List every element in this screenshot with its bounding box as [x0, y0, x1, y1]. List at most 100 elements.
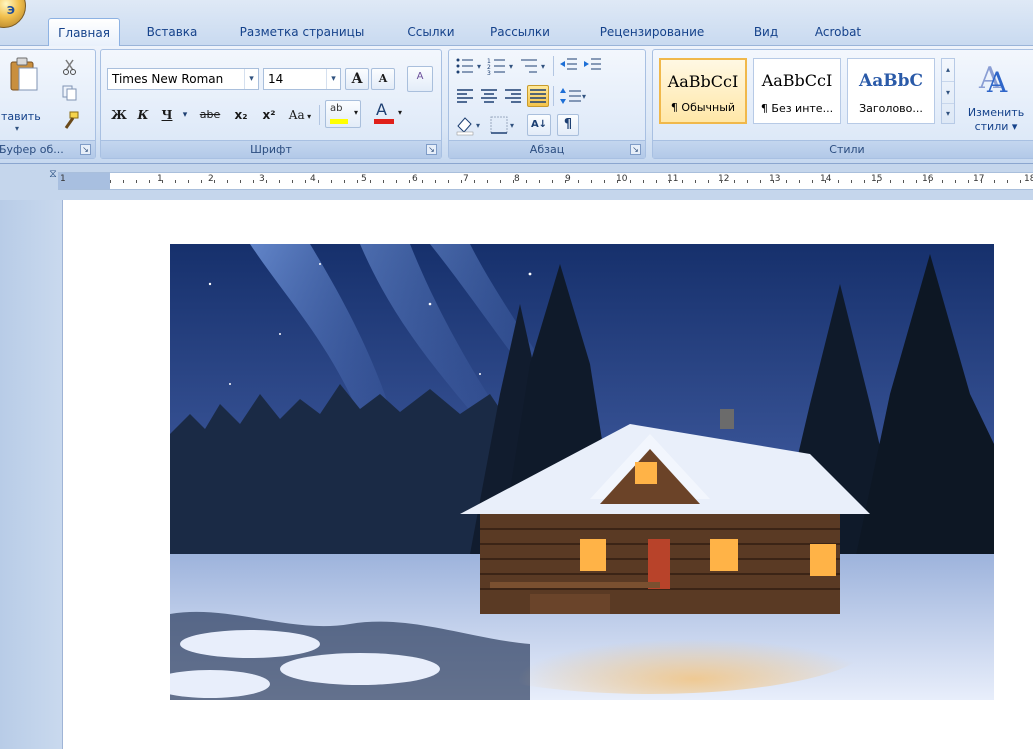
decrease-indent-icon[interactable] — [559, 56, 579, 76]
ruler-tick — [357, 180, 358, 183]
font-launcher-icon[interactable]: ↘ — [426, 144, 437, 155]
ruler-tick — [851, 180, 852, 183]
svg-text:A: A — [986, 66, 1008, 98]
ruler-tick — [422, 180, 423, 183]
ruler-tick — [253, 180, 254, 183]
line-spacing-icon[interactable]: ▾ — [559, 86, 589, 106]
italic-button[interactable]: К — [133, 104, 153, 126]
font-size-dropdown-icon[interactable]: ▾ — [326, 69, 340, 89]
tab-insert[interactable]: Вставка — [138, 18, 206, 46]
tab-review[interactable]: Рецензирование — [580, 18, 724, 46]
ruler-tick — [331, 180, 332, 183]
indent-marker-icon[interactable]: ⧖ — [47, 168, 59, 192]
multilevel-list-icon[interactable]: ▾ — [519, 56, 549, 76]
styles-more-icon[interactable]: ▾ — [942, 103, 954, 123]
tab-acrobat[interactable]: Acrobat — [808, 18, 868, 46]
font-color-button[interactable]: A ▾ — [369, 100, 405, 128]
ruler-tick — [383, 180, 384, 183]
style-normal[interactable]: AaBbCcI ¶ Обычный — [659, 58, 747, 124]
underline-dropdown-icon[interactable]: ▾ — [179, 104, 191, 126]
ruler-number: 12 — [718, 174, 730, 184]
ruler-tick — [916, 180, 917, 183]
style-no-spacing[interactable]: AaBbCcI ¶ Без инте... — [753, 58, 841, 124]
ruler-tick — [487, 180, 488, 183]
tab-references[interactable]: Ссылки — [400, 18, 462, 46]
inserted-picture[interactable] — [170, 244, 994, 700]
styles-scroll-up-icon[interactable]: ▴ — [942, 59, 954, 81]
change-styles-button[interactable]: A A Изменить стили ▾ — [959, 54, 1033, 140]
document-page[interactable] — [62, 200, 1033, 749]
svg-text:▾: ▾ — [476, 121, 480, 130]
shading-icon[interactable]: ▾ — [455, 114, 485, 136]
ruler-tick — [552, 180, 553, 183]
bullets-icon[interactable]: ▾ — [455, 56, 485, 76]
font-color-bar — [374, 119, 394, 124]
sort-button[interactable]: А↓ — [527, 114, 551, 136]
ruler-tick — [591, 180, 592, 183]
sort-icon: А↓ — [530, 119, 548, 130]
underline-button[interactable]: Ч — [157, 104, 177, 126]
ruler-number: 13 — [769, 174, 781, 184]
numbering-icon[interactable]: 1 2 3 ▾ — [487, 56, 517, 76]
ruler-tick — [825, 180, 826, 183]
font-size-select[interactable]: 14 ▾ — [263, 68, 341, 90]
paste-button[interactable]: тавить ▾ — [1, 54, 41, 134]
paragraph-group: ▾ 1 2 3 ▾ ▾ ▾ ▾ ▾ А↓ ¶ Абзац ↘ — [448, 49, 646, 159]
ruler-tick — [578, 180, 579, 183]
format-painter-icon[interactable] — [61, 110, 81, 130]
font-name-dropdown-icon[interactable]: ▾ — [244, 69, 258, 89]
office-button[interactable]: Э — [0, 0, 26, 28]
ruler-number: 17 — [973, 174, 985, 184]
change-case-button[interactable]: Aa ▾ — [285, 104, 315, 126]
strikethrough-button[interactable]: abe — [195, 104, 225, 126]
paragraph-separator-2 — [553, 86, 554, 106]
font-separator — [319, 105, 320, 125]
tab-home[interactable]: Главная — [48, 18, 120, 47]
shrink-font-button[interactable]: A — [371, 68, 395, 90]
font-name-select[interactable]: Times New Roman ▾ — [107, 68, 259, 90]
style-heading1[interactable]: AaBbC Заголово... — [847, 58, 935, 124]
ruler-tick — [799, 180, 800, 183]
ruler-tick — [786, 180, 787, 183]
tab-mailings[interactable]: Рассылки — [478, 18, 562, 46]
styles-scroll-down-icon[interactable]: ▾ — [942, 81, 954, 103]
superscript-button[interactable]: x² — [257, 104, 281, 126]
grow-font-icon: A — [351, 71, 363, 87]
tab-page-layout[interactable]: Разметка страницы — [228, 18, 376, 46]
ruler-tick — [734, 180, 735, 183]
align-center-icon[interactable] — [479, 86, 499, 106]
clear-formatting-icon: A — [416, 71, 424, 82]
justify-icon — [530, 89, 546, 103]
bold-button[interactable]: Ж — [109, 104, 129, 126]
ruler-tick — [318, 180, 319, 183]
increase-indent-icon[interactable] — [583, 56, 603, 76]
highlight-color-bar — [330, 119, 348, 124]
align-right-icon[interactable] — [503, 86, 523, 106]
horizontal-ruler[interactable]: 1 1 2 3 4 5 6 7 8 9 10 11 12 13 14 15 16 17 18 ⧖ — [0, 164, 1033, 200]
styles-scroll[interactable]: ▴ ▾ ▾ — [941, 58, 955, 124]
subscript-button[interactable]: x₂ — [229, 104, 253, 126]
grow-font-button[interactable]: A — [345, 68, 369, 90]
svg-text:▾: ▾ — [541, 62, 545, 71]
clear-formatting-button[interactable]: A — [407, 66, 433, 92]
ruler-tick — [175, 180, 176, 183]
paragraph-launcher-icon[interactable]: ↘ — [630, 144, 641, 155]
ruler-tick — [812, 180, 813, 183]
style-no-spacing-sample: AaBbCcI — [761, 71, 833, 90]
svg-text:3: 3 — [487, 70, 491, 76]
cut-icon[interactable] — [61, 58, 79, 76]
paste-dropdown-icon[interactable]: ▾ — [15, 124, 19, 133]
tab-view[interactable]: Вид — [744, 18, 788, 46]
borders-icon[interactable]: ▾ — [489, 114, 519, 136]
align-left-icon[interactable] — [455, 86, 475, 106]
ribbon: тавить ▾ Буфер об... ↘ Times New Roman ▾… — [0, 46, 1033, 164]
ruler-tick — [981, 180, 982, 183]
clipboard-launcher-icon[interactable]: ↘ — [80, 144, 91, 155]
justify-button[interactable] — [527, 85, 549, 107]
ruler-tick — [305, 180, 306, 183]
highlight-color-button[interactable]: ab ▾ — [325, 100, 361, 128]
ruler-tick — [136, 180, 137, 183]
copy-icon[interactable] — [61, 84, 79, 102]
font-group-label: Шрифт — [101, 140, 441, 158]
show-marks-button[interactable]: ¶ — [557, 114, 579, 136]
